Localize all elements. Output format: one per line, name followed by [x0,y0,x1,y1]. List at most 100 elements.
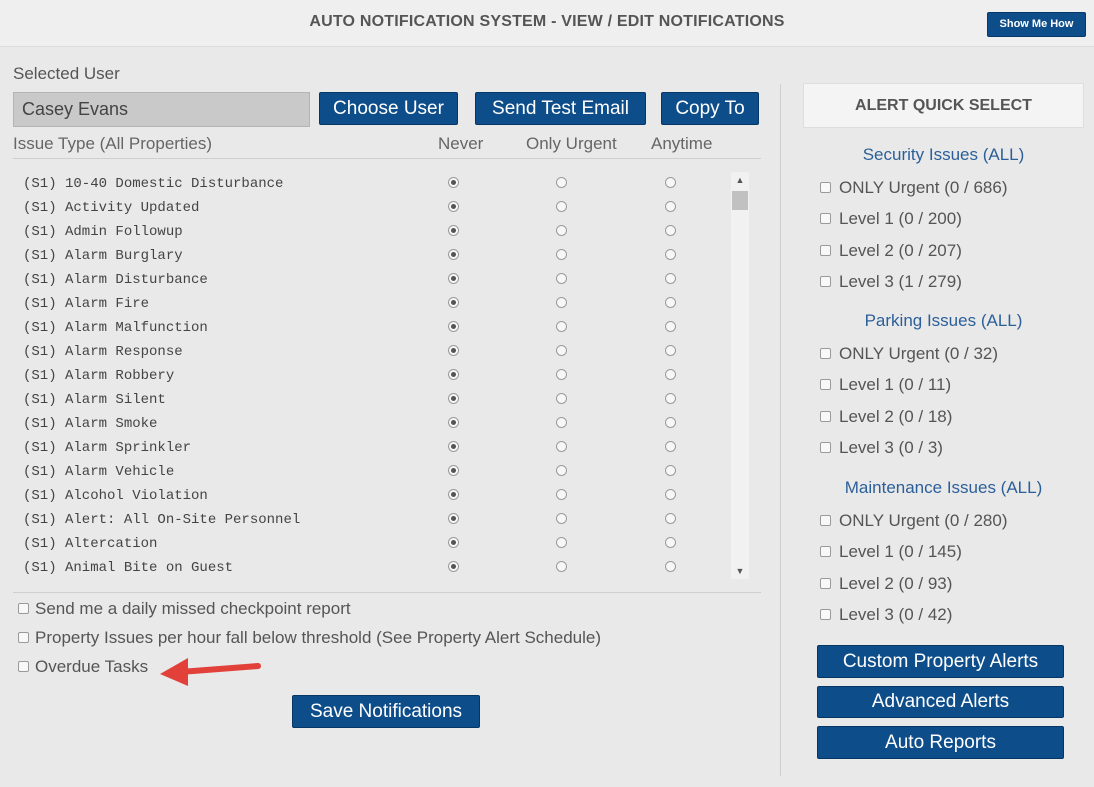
radio-anytime[interactable] [665,321,676,332]
radio-never[interactable] [448,273,459,284]
choose-user-button[interactable]: Choose User [319,92,458,125]
quick-select-checkbox[interactable] [820,577,831,589]
radio-anytime[interactable] [665,489,676,500]
radio-anytime[interactable] [665,345,676,356]
quick-select-group-title[interactable]: Parking Issues (ALL) [803,311,1084,331]
quick-select-checkbox[interactable] [820,379,831,390]
radio-urgent[interactable] [556,297,567,308]
radio-urgent[interactable] [556,417,567,428]
radio-anytime[interactable] [665,369,676,380]
radio-anytime[interactable] [665,537,676,548]
issue-type-name: (S1) Alarm Response [23,344,183,360]
scroll-down-icon[interactable]: ▼ [731,563,749,579]
radio-anytime[interactable] [665,249,676,260]
radio-urgent[interactable] [556,201,567,212]
quick-select-checkbox[interactable] [820,410,831,422]
quick-select-checkbox[interactable] [820,514,831,526]
custom-property-alerts-button[interactable]: Custom Property Alerts [817,645,1064,678]
radio-urgent[interactable] [556,393,567,404]
radio-anytime[interactable] [665,177,676,188]
quick-select-option-label: Level 1 (0 / 145) [839,542,962,561]
issue-list-scrollbar[interactable]: ▲ ▼ [731,172,749,579]
daily-missed-label: Send me a daily missed checkpoint report [35,599,351,618]
radio-anytime[interactable] [665,297,676,308]
radio-never[interactable] [448,393,459,404]
radio-urgent[interactable] [556,177,567,188]
table-row: (S1) Altercation [14,534,730,558]
quick-select-option-label: Level 2 (0 / 18) [839,406,953,426]
top-bar: AUTO NOTIFICATION SYSTEM - VIEW / EDIT N… [0,0,1094,47]
radio-anytime[interactable] [665,465,676,476]
radio-anytime[interactable] [665,393,676,404]
advanced-alerts-button[interactable]: Advanced Alerts [817,686,1064,718]
quick-select-checkbox[interactable] [820,609,831,620]
radio-never[interactable] [448,177,459,188]
copy-to-button[interactable]: Copy To [661,92,759,125]
issue-list[interactable]: (S1) 10-40 Domestic Disturbance (S1) Acti… [14,168,750,581]
radio-never[interactable] [448,441,459,452]
quick-select-checkbox[interactable] [820,181,831,193]
radio-never[interactable] [448,513,459,524]
radio-urgent[interactable] [556,249,567,260]
radio-anytime[interactable] [665,273,676,284]
radio-never[interactable] [448,201,459,212]
property-threshold-checkbox[interactable] [18,632,29,643]
radio-urgent[interactable] [556,225,567,236]
radio-never[interactable] [448,417,459,428]
radio-never[interactable] [448,345,459,356]
quick-select-checkbox[interactable] [820,213,831,224]
quick-select-option-label: ONLY Urgent (0 / 32) [839,343,999,363]
radio-anytime[interactable] [665,225,676,236]
radio-urgent[interactable] [556,465,567,476]
radio-anytime[interactable] [665,513,676,524]
quick-select-checkbox[interactable] [820,276,831,287]
radio-anytime[interactable] [665,561,676,572]
quick-select-checkbox[interactable] [820,347,831,359]
table-row: (S1) Alert: All On-Site Personnel [14,510,730,534]
send-test-email-button[interactable]: Send Test Email [475,92,646,125]
quick-select-group-title[interactable]: Maintenance Issues (ALL) [803,478,1084,498]
radio-never[interactable] [448,297,459,308]
radio-never[interactable] [448,249,459,260]
panel-divider [780,84,781,776]
radio-never[interactable] [448,489,459,500]
quick-select-group-title[interactable]: Security Issues (ALL) [803,145,1084,165]
radio-never[interactable] [448,369,459,380]
radio-urgent[interactable] [556,441,567,452]
radio-anytime[interactable] [665,441,676,452]
radio-anytime[interactable] [665,201,676,212]
auto-reports-button[interactable]: Auto Reports [817,726,1064,759]
quick-select-option-label: Level 1 (0 / 11) [839,375,952,394]
quick-select-checkbox[interactable] [820,546,831,557]
radio-never[interactable] [448,537,459,548]
radio-never[interactable] [448,465,459,476]
radio-urgent[interactable] [556,561,567,572]
radio-urgent[interactable] [556,369,567,380]
radio-urgent[interactable] [556,321,567,332]
scroll-thumb[interactable] [732,191,748,210]
radio-never[interactable] [448,225,459,236]
radio-anytime[interactable] [665,417,676,428]
quick-select-checkbox[interactable] [820,244,831,256]
daily-missed-checkbox[interactable] [18,603,29,614]
selected-user-field[interactable]: Casey Evans [13,92,310,127]
overdue-tasks-checkbox[interactable] [18,661,29,672]
radio-never[interactable] [448,321,459,332]
quick-select-option-label: Level 3 (0 / 42) [839,605,953,624]
radio-urgent[interactable] [556,537,567,548]
issue-type-name: (S1) 10-40 Domestic Disturbance [23,176,284,192]
radio-urgent[interactable] [556,513,567,524]
quick-select-checkbox[interactable] [820,442,831,453]
radio-urgent[interactable] [556,489,567,500]
scroll-up-icon[interactable]: ▲ [731,172,749,188]
quick-select-option-label: Level 3 (0 / 3) [839,438,943,457]
issue-type-name: (S1) Alarm Smoke [23,416,158,432]
radio-urgent[interactable] [556,345,567,356]
table-row: (S1) Alarm Fire [14,294,730,318]
table-row: (S1) Alarm Response [14,342,730,366]
table-row: (S1) Alarm Burglary [14,246,730,270]
radio-never[interactable] [448,561,459,572]
show-me-how-button[interactable]: Show Me How [987,12,1086,37]
radio-urgent[interactable] [556,273,567,284]
save-notifications-button[interactable]: Save Notifications [292,695,480,728]
